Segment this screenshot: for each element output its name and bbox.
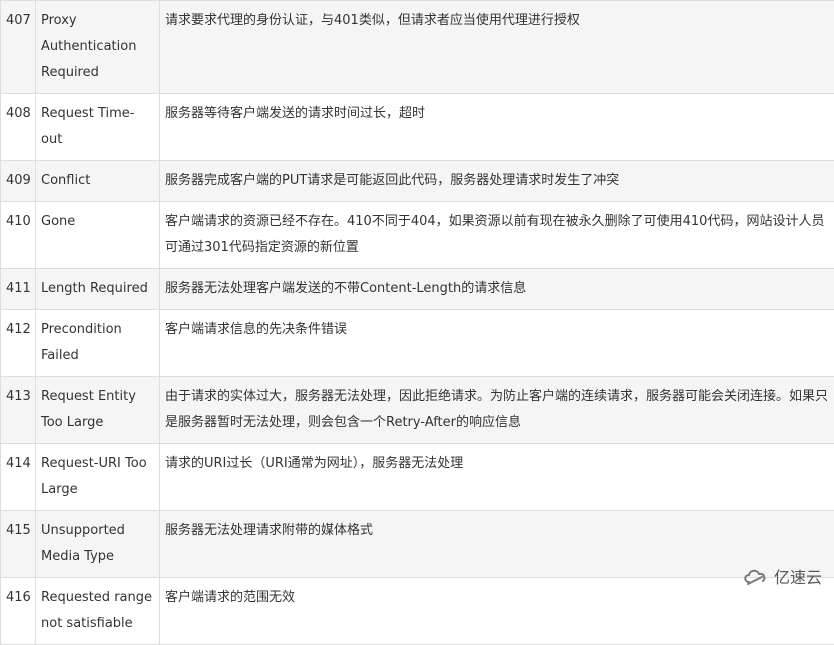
status-name: Precondition Failed (36, 310, 160, 377)
status-code: 412 (1, 310, 36, 377)
status-name: Requested range not satisfiable (36, 578, 160, 645)
status-name: Conflict (36, 161, 160, 202)
table-row: 414 Request-URI Too Large 请求的URI过长（URI通常… (1, 444, 834, 511)
status-code: 414 (1, 444, 36, 511)
status-name: Unsupported Media Type (36, 511, 160, 578)
table-row: 407 Proxy Authentication Required 请求要求代理… (1, 1, 834, 94)
status-name: Request Entity Too Large (36, 377, 160, 444)
table-row: 413 Request Entity Too Large 由于请求的实体过大，服… (1, 377, 834, 444)
status-name: Request-URI Too Large (36, 444, 160, 511)
table-row: 416 Requested range not satisfiable 客户端请… (1, 578, 834, 645)
status-description: 服务器无法处理客户端发送的不带Content-Length的请求信息 (160, 269, 834, 310)
http-status-table: 407 Proxy Authentication Required 请求要求代理… (0, 0, 834, 645)
cloud-logo-icon (742, 566, 768, 586)
status-name: Length Required (36, 269, 160, 310)
status-code: 409 (1, 161, 36, 202)
status-code: 413 (1, 377, 36, 444)
status-code: 410 (1, 202, 36, 269)
status-description: 客户端请求的范围无效 (160, 578, 834, 645)
status-description: 请求要求代理的身份认证，与401类似，但请求者应当使用代理进行授权 (160, 1, 834, 94)
status-name: Proxy Authentication Required (36, 1, 160, 94)
status-description: 服务器完成客户端的PUT请求是可能返回此代码，服务器处理请求时发生了冲突 (160, 161, 834, 202)
status-code: 407 (1, 1, 36, 94)
table-row: 408 Request Time-out 服务器等待客户端发送的请求时间过长，超… (1, 94, 834, 161)
status-code: 416 (1, 578, 36, 645)
table-row: 415 Unsupported Media Type 服务器无法处理请求附带的媒… (1, 511, 834, 578)
watermark-text: 亿速云 (774, 564, 822, 588)
status-name: Gone (36, 202, 160, 269)
status-description: 由于请求的实体过大，服务器无法处理，因此拒绝请求。为防止客户端的连续请求，服务器… (160, 377, 834, 444)
status-description: 客户端请求信息的先决条件错误 (160, 310, 834, 377)
status-code: 415 (1, 511, 36, 578)
status-description: 服务器无法处理请求附带的媒体格式 (160, 511, 834, 578)
table-row: 410 Gone 客户端请求的资源已经不存在。410不同于404，如果资源以前有… (1, 202, 834, 269)
watermark: 亿速云 (742, 564, 822, 588)
table-row: 411 Length Required 服务器无法处理客户端发送的不带Conte… (1, 269, 834, 310)
status-code: 411 (1, 269, 36, 310)
status-description: 请求的URI过长（URI通常为网址），服务器无法处理 (160, 444, 834, 511)
status-description: 服务器等待客户端发送的请求时间过长，超时 (160, 94, 834, 161)
table-row: 409 Conflict 服务器完成客户端的PUT请求是可能返回此代码，服务器处… (1, 161, 834, 202)
status-description: 客户端请求的资源已经不存在。410不同于404，如果资源以前有现在被永久删除了可… (160, 202, 834, 269)
table-row: 412 Precondition Failed 客户端请求信息的先决条件错误 (1, 310, 834, 377)
status-name: Request Time-out (36, 94, 160, 161)
status-code: 408 (1, 94, 36, 161)
